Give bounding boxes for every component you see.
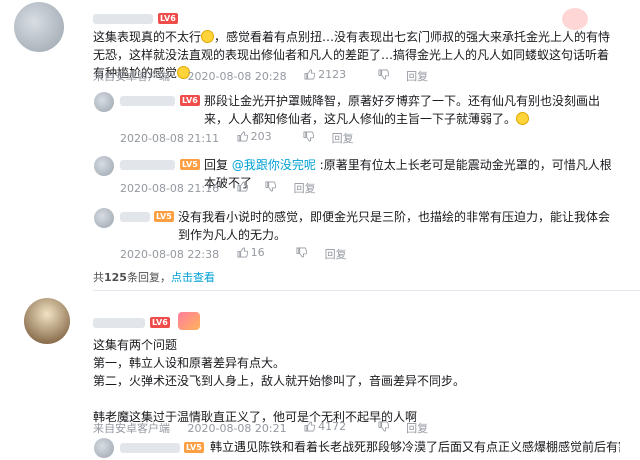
client-source: 来自安卓客户端 [93, 422, 170, 435]
fan-badge [562, 8, 588, 30]
like-count: 203 [250, 130, 272, 143]
mention-link[interactable]: @我跟你没完呢 [232, 158, 316, 172]
client-source: 来自安卓客户端 [93, 70, 170, 83]
reply-meta: 2020-08-08 22:38 16 回复 [120, 246, 361, 262]
reply-text: 那段让金光开护罩贼降智，原著好歹博弈了一下。还有仙凡有别也没刻画出来，人人都知修… [204, 94, 601, 126]
level-badge: LV5 [184, 442, 204, 453]
username[interactable] [93, 318, 145, 328]
comment-meta: 来自安卓客户端 2020-08-08 20:21 4172 回复 [93, 420, 442, 436]
username[interactable] [120, 160, 175, 170]
reply-summary: 共125条回复，点击查看 [93, 271, 215, 284]
like-button[interactable]: 2123 [304, 68, 360, 81]
level-badge: LV6 [158, 13, 178, 24]
thumbs-up-icon [237, 131, 248, 142]
avatar[interactable] [94, 438, 114, 458]
view-more-replies-link[interactable]: 点击查看 [171, 271, 215, 284]
reply-button[interactable]: 回复 [332, 132, 354, 145]
thumbs-down-icon[interactable] [378, 421, 389, 432]
comment-thread: LV6 这集表现真的不太行 ，感觉看着有点别扭…没有表现出七玄门师叔的强大来承托金… [0, 0, 640, 460]
username[interactable] [120, 212, 150, 222]
thumbs-down-icon[interactable] [265, 181, 277, 192]
level-badge: LV5 [180, 159, 200, 170]
reply-meta: 2020-08-08 21:11 203 回复 [120, 130, 368, 146]
level-badge: LV6 [150, 317, 170, 328]
like-button[interactable]: 4172 [304, 420, 360, 433]
like-count: 4172 [318, 420, 347, 433]
like-count: 2123 [318, 68, 347, 81]
emoji-icon [516, 112, 530, 125]
timestamp: 2020-08-08 22:38 [120, 248, 220, 261]
comment-text: 这集有两个问题 第一，韩立人设和原著差异有点大。 第二，火弹术还没飞到人身上，敌… [93, 338, 466, 424]
avatar[interactable] [14, 2, 64, 52]
comment-text-main: 这集表现真的不太行 [93, 30, 202, 44]
reply-button[interactable]: 回复 [406, 422, 428, 435]
thumbs-up-icon[interactable] [237, 181, 248, 192]
timestamp: 2020-08-08 20:28 [187, 70, 287, 83]
avatar[interactable] [94, 208, 114, 228]
thumbs-down-icon[interactable] [303, 131, 315, 142]
username[interactable] [120, 96, 175, 106]
timestamp: 2020-08-08 21:11 [120, 132, 220, 145]
divider [93, 290, 640, 291]
avatar[interactable] [94, 156, 114, 176]
level-badge: LV5 [154, 211, 174, 222]
reply-button[interactable]: 回复 [406, 70, 428, 83]
emoji-icon [201, 30, 215, 43]
thumbs-up-icon [304, 421, 316, 432]
thumbs-up-icon [304, 69, 316, 80]
username[interactable] [120, 443, 180, 453]
level-badge: LV6 [180, 95, 200, 106]
avatar[interactable] [24, 298, 70, 344]
timestamp: 2020-08-08 21:16 [120, 182, 220, 195]
thumbs-down-icon[interactable] [296, 247, 308, 258]
thumbs-up-icon [237, 247, 248, 258]
reply-meta: 2020-08-08 21:16 回复 [120, 180, 330, 196]
like-button[interactable]: 16 [237, 246, 279, 259]
like-button[interactable]: 203 [237, 130, 286, 143]
username[interactable] [93, 14, 153, 24]
gift-icon [178, 312, 200, 330]
reply-button[interactable]: 回复 [325, 248, 347, 261]
avatar[interactable] [94, 92, 114, 112]
reply-button[interactable]: 回复 [294, 182, 316, 195]
like-count: 16 [250, 246, 265, 259]
reply-text: 没有我看小说时的感觉，即便金光只是三阶，也描绘的非常有压迫力，能让我体会到作为凡… [178, 210, 611, 242]
reply-text: 韩立遇见陈铁和看着长老战死那段够冷漠了后面又有点正义感爆棚感觉前后有割裂感 [210, 440, 620, 454]
thumbs-down-icon[interactable] [378, 69, 389, 80]
timestamp: 2020-08-08 20:21 [187, 422, 287, 435]
reply-count: 125 [104, 271, 127, 284]
comment-meta: 来自安卓客户端 2020-08-08 20:28 2123 回复 [93, 68, 442, 84]
reply-prefix: 回复 [204, 158, 232, 172]
